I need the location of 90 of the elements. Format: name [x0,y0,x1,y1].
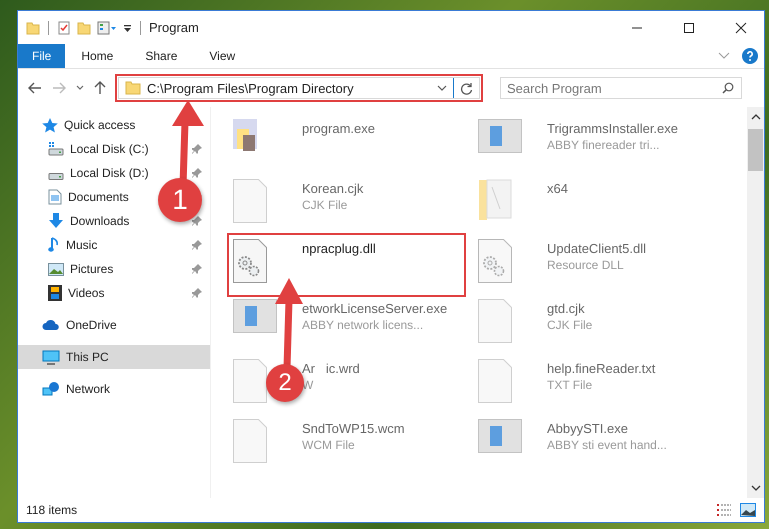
dropdown-caret-icon[interactable] [437,85,447,91]
blank-file-icon [478,359,512,403]
close-icon [735,22,747,34]
file-type: ABBY network licens... [302,318,424,332]
file-name: Ar ic.wrd [302,361,360,376]
search-field[interactable]: Search Program [500,77,742,99]
gear-file-icon [233,239,267,283]
window-icon [478,119,522,153]
file-name: Korean.cjk [302,181,364,196]
file-name: SndToWP15.wcm [302,421,405,436]
pin-icon[interactable] [192,288,202,298]
scroll-up-icon[interactable] [750,113,760,121]
search-icon[interactable] [722,82,734,94]
back-arrow-icon[interactable] [28,82,42,94]
sidebar-item[interactable]: OneDrive [18,313,210,337]
item-count: 118 items [26,503,78,517]
sidebar-item[interactable]: Local Disk (D:) [70,166,149,180]
ribbon-tab[interactable]: View [193,44,252,68]
blank-file-icon [233,419,267,463]
file-item[interactable]: npracplug.dll [229,235,464,295]
maximize-icon [683,22,695,34]
ribbon-tab[interactable]: File [18,44,66,68]
file-name: AbbyySTI.exe [547,421,629,436]
document-icon [48,189,62,205]
drive-icon [48,172,64,180]
large-icons-view-icon[interactable] [740,503,756,517]
pin-icon[interactable] [192,216,202,226]
file-name: etworkLicenseServer.exe [302,301,448,316]
refresh-icon[interactable] [460,82,473,94]
scrollbar-thumb[interactable] [748,129,763,171]
folder-icon [125,81,141,95]
file-name: UpdateClient5.dll [547,241,646,256]
blank-file-icon [478,299,512,343]
network-icon [42,381,60,397]
scroll-down-icon[interactable] [750,484,760,492]
file-type: Resource DLL [547,258,625,272]
up-arrow-icon[interactable] [94,81,106,95]
window-icon [233,299,277,333]
file-name: help.fineReader.txt [547,361,656,376]
sidebar-item[interactable]: Quick access [18,113,210,137]
picture-icon [48,262,64,276]
file-name: program.exe [302,121,375,136]
sidebar-item[interactable]: Local Disk (C:) [70,142,149,156]
cloud-icon [42,319,60,331]
pin-icon[interactable] [192,168,202,178]
ribbon-tab[interactable]: Share [129,44,194,68]
sidebar-item[interactable]: Documents [68,190,129,204]
sidebar-item[interactable]: Videos [68,286,104,300]
pin-icon[interactable] [192,240,202,250]
pin-icon[interactable] [192,144,202,154]
music-note-icon [48,237,60,253]
dropdown-icon[interactable] [123,22,132,32]
recent-caret-icon[interactable] [76,85,84,91]
sidebar-item[interactable]: Pictures [70,262,114,276]
file-name: x64 [547,181,568,196]
pin-icon[interactable] [192,264,202,274]
download-arrow-icon [48,213,64,229]
file-type: CJK File [302,198,348,212]
sidebar-item[interactable]: Downloads [70,214,130,228]
details-view-icon[interactable] [716,503,732,517]
chevron-down-icon[interactable] [718,52,730,60]
sidebar-item[interactable]: Music [66,238,98,252]
file-type: ABBY finereader tri... [547,138,660,152]
address-bar[interactable]: C:\Program Files\Program Directory [118,77,480,99]
blank-file-icon [233,359,267,403]
window-icon [478,419,522,453]
layout-icon[interactable] [97,20,117,34]
file-name: npracplug.dll [302,241,376,256]
star-icon [42,118,58,132]
sidebar-item[interactable]: Network [18,377,210,401]
blank-file-icon [233,179,267,223]
file-type: WCM File [302,438,356,452]
drive-icon [48,142,64,156]
file-name: gtd.cjk [547,301,586,316]
file-type: CJK File [547,318,592,332]
film-icon [48,285,62,301]
folder-icon [478,179,512,221]
ribbon-tab[interactable]: Home [65,44,130,68]
window-title: Program [149,20,199,35]
file-type: ABBY sti event hand... [547,438,667,452]
help-icon[interactable] [742,48,758,64]
file-name: TrigrammsInstaller.exe [547,121,678,136]
file-type: TXT File [547,378,594,392]
sidebar-item[interactable]: This PC [18,345,210,369]
scrollbar[interactable] [747,107,764,498]
address-path: C:\Program Files\Program Directory [147,80,355,96]
monitor-icon [42,350,60,364]
gear-file-icon [478,239,512,283]
properties-icon[interactable] [57,20,71,34]
installer-icon [233,119,259,151]
